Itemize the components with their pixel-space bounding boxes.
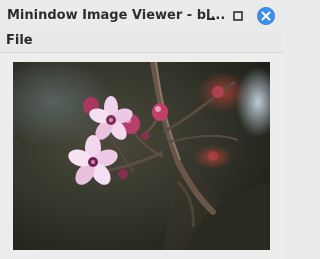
- maximize-icon: [233, 11, 243, 21]
- window-title: Minindow Image Viewer - bl...: [7, 8, 226, 23]
- close-button[interactable]: [256, 6, 276, 26]
- title-bar[interactable]: Minindow Image Viewer - bl...: [0, 0, 283, 32]
- minimize-icon: [207, 18, 215, 20]
- photo-blossom-branch: [13, 62, 270, 250]
- image-viewport: [0, 53, 283, 259]
- maximize-button[interactable]: [229, 7, 247, 25]
- displayed-image: [13, 62, 270, 250]
- menu-item-file[interactable]: File: [6, 33, 33, 48]
- menu-bar: File: [0, 32, 283, 53]
- close-icon: [257, 7, 275, 25]
- minimize-button[interactable]: [202, 7, 220, 25]
